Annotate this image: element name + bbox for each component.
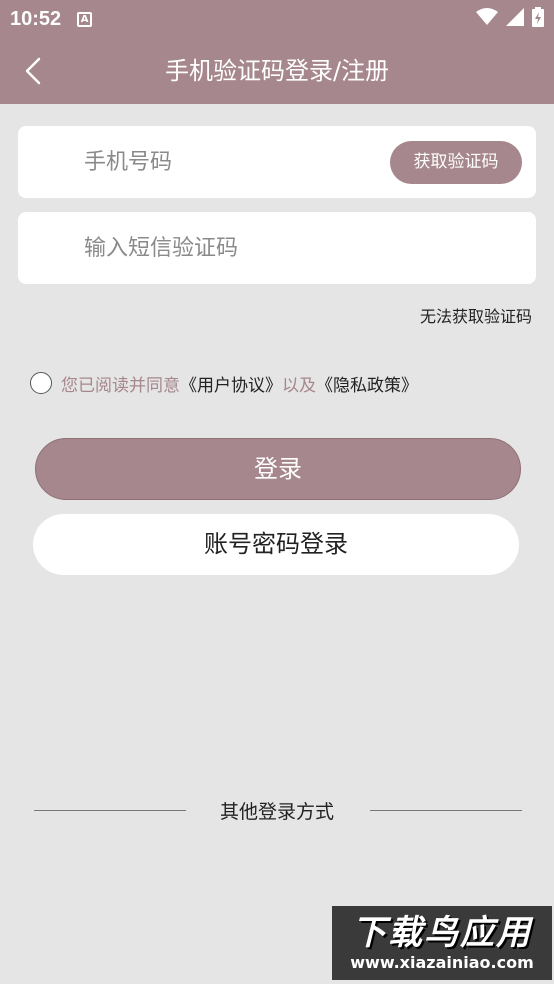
get-code-button[interactable]: 获取验证码 [390,141,522,184]
signal-icon [506,8,524,30]
status-bar: 10:52 A [0,0,554,38]
divider-right [370,810,522,811]
privacy-policy-link[interactable]: 《隐私政策》 [316,371,418,396]
agreement-conjunction: 以及 [282,375,316,396]
page-title: 手机验证码登录/注册 [164,57,390,85]
app-bar: 手机验证码登录/注册 [0,38,554,104]
user-agreement-link[interactable]: 《用户协议》 [180,371,282,396]
agree-checkbox[interactable] [30,372,52,394]
notification-icon: A [77,11,93,27]
password-login-button[interactable]: 账号密码登录 [33,514,519,575]
status-icons [476,7,544,31]
watermark-title: 下载鸟应用 [352,913,532,953]
phone-input[interactable] [84,126,384,198]
phone-card: 获取验证码 [18,126,536,198]
agreement-row: 您已阅读并同意 《用户协议》 以及 《隐私政策》 [30,371,418,396]
sms-card [18,212,536,284]
agreement-prefix: 您已阅读并同意 [61,375,180,396]
cant-get-code-link[interactable]: 无法获取验证码 [420,303,532,327]
watermark-logo: 下载鸟应用 www.xiazainiao.com [332,906,552,980]
wifi-icon [476,8,498,30]
status-time: 10:52 [10,7,62,30]
battery-icon [532,7,544,31]
sms-code-input[interactable] [84,212,384,284]
watermark-url: www.xiazainiao.com [350,953,534,972]
login-button[interactable]: 登录 [35,438,521,500]
